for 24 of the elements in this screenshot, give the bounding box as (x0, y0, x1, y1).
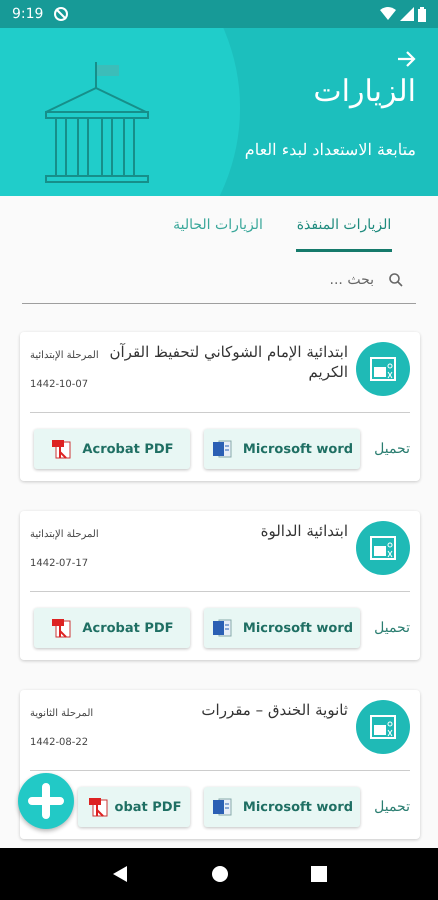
word-download-button[interactable]: Microsoft word (204, 787, 360, 827)
page-subtitle: متابعة الاستعداد لبدء العام (244, 140, 416, 159)
school-stage: المرحلة الإبتدائية (30, 529, 99, 540)
status-time: 9:19 (12, 6, 44, 22)
pdf-download-button[interactable]: Acrobat PDF (34, 608, 190, 648)
word-download-button[interactable]: Microsoft word (204, 608, 360, 648)
search-field[interactable]: بحث ... (22, 264, 376, 294)
page-title: الزيارات (313, 73, 416, 111)
download-label: تحميل (374, 620, 410, 636)
pdf-download-button[interactable]: Acrobat PDF (34, 429, 190, 469)
download-label: تحميل (374, 799, 410, 815)
tab[interactable]: الزيارات الحالية (170, 196, 266, 252)
school-name: ابتدائية الدالوة (260, 521, 348, 541)
visit-date: 1442-08-22 (30, 737, 88, 748)
school-name: ثانوية الخندق – مقررات (200, 700, 348, 720)
school-stage: المرحلة الإبتدائية (30, 350, 99, 361)
school-stage: المرحلة الثانوية (30, 708, 94, 719)
pdf-download-button[interactable]: obat PDF (78, 787, 190, 827)
tab[interactable]: الزيارات المنفذة (296, 196, 392, 252)
download-label: تحميل (374, 441, 410, 457)
word-download-button[interactable]: Microsoft word (204, 429, 360, 469)
visit-date: 1442-10-07 (30, 379, 88, 390)
school-name: ابتدائية الإمام الشوكاني لتحفيظ القرآن الكريم (108, 342, 348, 382)
visit-date: 1442-07-17 (30, 558, 88, 569)
